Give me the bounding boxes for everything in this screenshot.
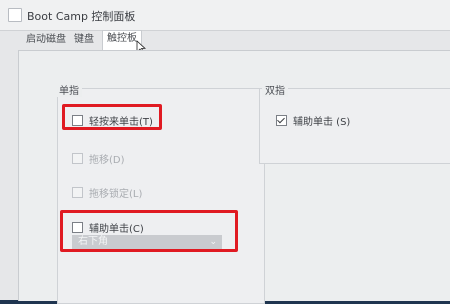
highlight-box-tap-to-click bbox=[62, 104, 162, 130]
window-title: Boot Camp 控制面板 bbox=[27, 10, 136, 23]
tab-keyboard[interactable]: 键盘 bbox=[70, 32, 98, 50]
trackpad-tab-content: 单指 轻按来单击(T) 拖移(D) 拖移锁定(L) 辅助单击(C) 右下角 ⌄ bbox=[18, 50, 450, 304]
drag-lock-option: 拖移锁定(L) bbox=[72, 185, 142, 200]
drag-option: 拖移(D) bbox=[72, 151, 125, 166]
drag-lock-checkbox bbox=[72, 187, 83, 198]
single-finger-title: 单指 bbox=[56, 82, 82, 97]
two-finger-group: 双指 辅助单击 (S) bbox=[259, 82, 450, 164]
highlight-box-secondary-click bbox=[60, 210, 238, 252]
two-finger-title: 双指 bbox=[262, 82, 288, 97]
drag-label: 拖移(D) bbox=[89, 155, 125, 166]
title-bar: Boot Camp 控制面板 bbox=[0, 0, 450, 31]
app-icon bbox=[8, 8, 22, 22]
bootcamp-control-panel-window: Boot Camp 控制面板 启动磁盘 键盘 触控板 单指 轻按来单击(T) 拖… bbox=[0, 0, 450, 304]
two-finger-secondary-click-label: 辅助单击 (S) bbox=[293, 117, 351, 128]
tab-startup-disk[interactable]: 启动磁盘 bbox=[22, 32, 70, 50]
two-finger-secondary-click-checkbox[interactable] bbox=[276, 115, 287, 126]
drag-lock-label: 拖移锁定(L) bbox=[89, 189, 143, 200]
two-finger-secondary-click-option[interactable]: 辅助单击 (S) bbox=[276, 113, 350, 128]
drag-checkbox bbox=[72, 153, 83, 164]
